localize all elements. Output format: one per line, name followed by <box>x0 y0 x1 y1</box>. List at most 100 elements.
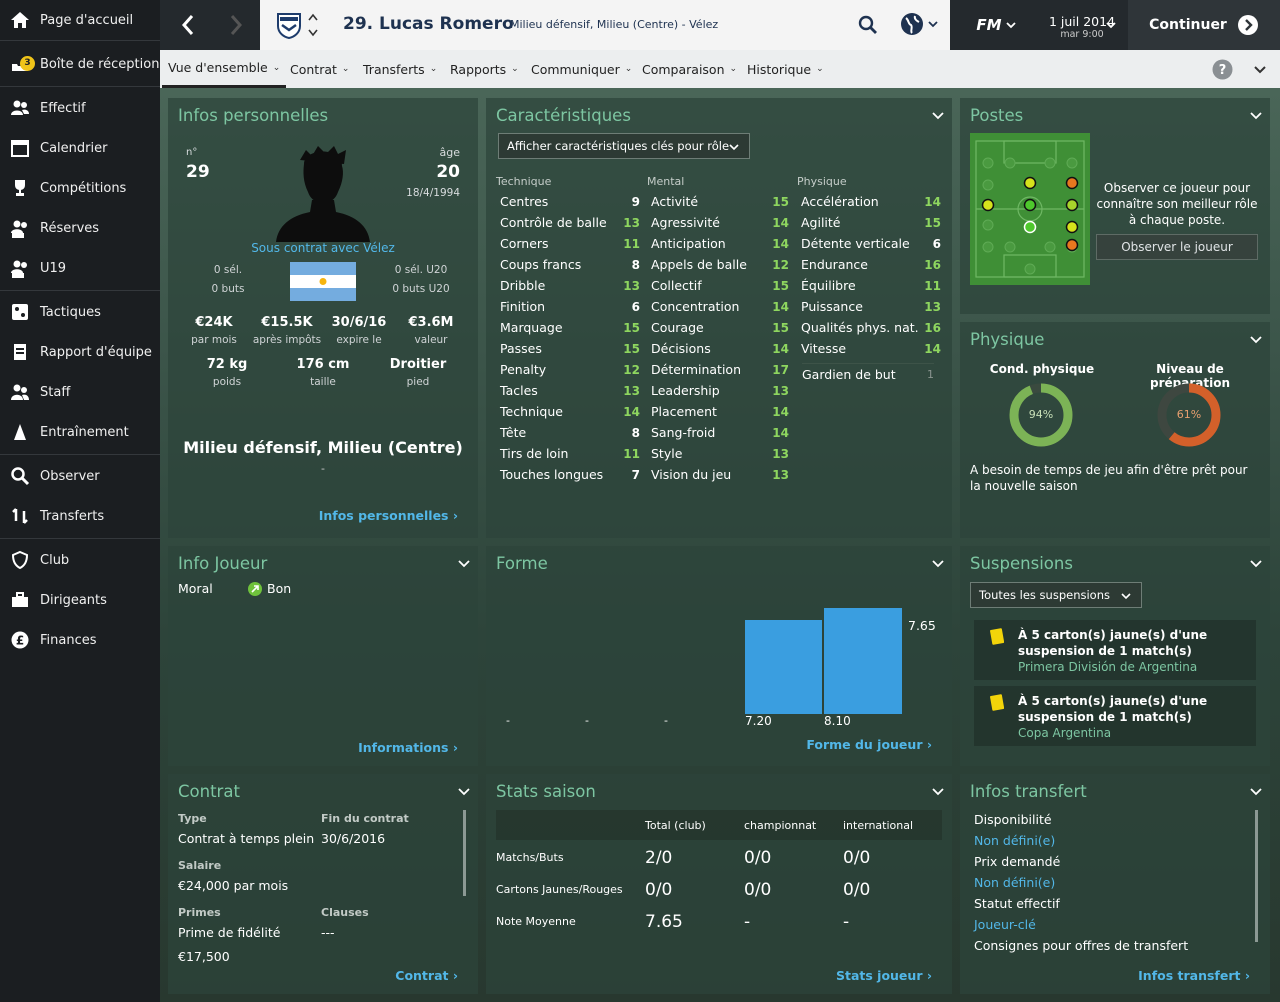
sidebar-item-tactics[interactable]: Tactiques <box>0 294 160 330</box>
tab-communicate[interactable]: Communiquer ⌄ <box>531 50 632 88</box>
sidebar-item-competitions[interactable]: Compétitions <box>0 170 160 206</box>
attribute-row[interactable]: Penalty 12 <box>500 359 640 380</box>
chevron-down-icon[interactable] <box>932 788 944 796</box>
attribute-row[interactable]: Tête 8 <box>500 422 640 443</box>
attribute-row[interactable]: Décisions 14 <box>651 338 789 359</box>
attribute-row[interactable]: Vision du jeu 13 <box>651 464 789 485</box>
attribute-row[interactable]: Agressivité 14 <box>651 212 789 233</box>
availability-value[interactable]: Non défini(e) <box>974 833 1055 848</box>
chevron-down-icon[interactable] <box>932 112 944 120</box>
attribute-row[interactable]: Détermination 17 <box>651 359 789 380</box>
back-button[interactable] <box>164 0 212 50</box>
forward-button[interactable] <box>212 0 260 50</box>
sidebar-item-u19[interactable]: U19 <box>0 250 160 286</box>
scrollbar[interactable] <box>463 810 466 896</box>
sidebar-item-scouting[interactable]: Observer <box>0 458 160 494</box>
attribute-row[interactable]: Dribble 13 <box>500 275 640 296</box>
attribute-name: Décisions <box>651 341 711 356</box>
attribute-row[interactable]: Collectif 15 <box>651 275 789 296</box>
chevron-down-icon[interactable] <box>458 788 470 796</box>
attribute-row[interactable]: Corners 11 <box>500 233 640 254</box>
attribute-row[interactable]: Leadership 13 <box>651 380 789 401</box>
contract-link[interactable]: Contrat › <box>395 968 458 983</box>
attribute-row[interactable]: Passes 15 <box>500 338 640 359</box>
search-icon[interactable] <box>858 15 878 35</box>
sidebar-item-home[interactable]: Page d'accueil <box>0 2 160 38</box>
continue-button[interactable]: Continuer <box>1128 0 1280 50</box>
help-icon[interactable]: ? <box>1212 59 1233 80</box>
player-form-link[interactable]: Forme du joueur › <box>806 737 932 752</box>
chevron-down-icon[interactable] <box>458 560 470 568</box>
chevron-down-icon[interactable] <box>1250 336 1262 344</box>
attribute-row[interactable]: Centres 9 <box>500 191 640 212</box>
tab-reports[interactable]: Rapports ⌄ <box>450 50 519 88</box>
form-bar[interactable] <box>745 619 822 714</box>
attribute-row[interactable]: Style 13 <box>651 443 789 464</box>
club-crest-icon[interactable] <box>274 10 304 40</box>
player-switch-icon[interactable] <box>308 13 318 37</box>
attribute-row[interactable]: Anticipation 14 <box>651 233 789 254</box>
scrollbar[interactable] <box>1255 810 1258 942</box>
sidebar-item-squad[interactable]: Effectif <box>0 90 160 126</box>
sidebar-item-club[interactable]: Club <box>0 542 160 578</box>
tab-transfers[interactable]: Transferts ⌄ <box>363 50 437 88</box>
scout-player-button[interactable]: Observer le joueur <box>1096 234 1258 260</box>
chevron-down-icon[interactable] <box>1106 21 1116 29</box>
sidebar-item-reserves[interactable]: Réserves <box>0 210 160 246</box>
suspension-item[interactable]: À 5 carton(s) jaune(s) d'une suspension … <box>974 620 1256 680</box>
asking-price-value[interactable]: Non défini(e) <box>974 875 1055 890</box>
tab-history[interactable]: Historique ⌄ <box>747 50 824 88</box>
sidebar-item-inbox[interactable]: 3 Boîte de réception <box>0 46 160 82</box>
attribute-row[interactable]: Contrôle de balle 13 <box>500 212 640 233</box>
attribute-row[interactable]: Qualités phys. nat. 16 <box>801 317 941 338</box>
sidebar-item-calendar[interactable]: Calendrier <box>0 130 160 166</box>
suspension-item[interactable]: À 5 carton(s) jaune(s) d'une suspension … <box>974 686 1256 746</box>
attribute-row[interactable]: Activité 15 <box>651 191 789 212</box>
attribute-row[interactable]: Technique 14 <box>500 401 640 422</box>
attribute-row[interactable]: Accélération 14 <box>801 191 941 212</box>
attribute-row[interactable]: Tirs de loin 11 <box>500 443 640 464</box>
tab-comparison[interactable]: Comparaison ⌄ <box>642 50 737 88</box>
tab-contract[interactable]: Contrat ⌄ <box>290 50 349 88</box>
attribute-row[interactable]: Équilibre 11 <box>801 275 941 296</box>
suspensions-filter-dropdown[interactable]: Toutes les suspensions <box>970 582 1142 608</box>
attribute-row[interactable]: Touches longues 7 <box>500 464 640 485</box>
attribute-row[interactable]: Courage 15 <box>651 317 789 338</box>
attribute-row[interactable]: Marquage 15 <box>500 317 640 338</box>
sidebar-item-training[interactable]: Entraînement <box>0 414 160 450</box>
tab-overview[interactable]: Vue d'ensemble ⌄ <box>162 50 287 88</box>
chevron-down-icon[interactable] <box>932 560 944 568</box>
fm-menu[interactable]: FM <box>955 0 1037 50</box>
personal-info-link[interactable]: Infos personnelles › <box>319 508 458 523</box>
attribute-row[interactable]: Tacles 13 <box>500 380 640 401</box>
sidebar-item-team-report[interactable]: Rapport d'équipe <box>0 334 160 370</box>
chevron-down-icon[interactable] <box>1250 788 1262 796</box>
sidebar-item-finances[interactable]: £ Finances <box>0 622 160 658</box>
sidebar-item-board[interactable]: Dirigeants <box>0 582 160 618</box>
contract-status-link[interactable]: Sous contrat avec Vélez <box>168 241 478 255</box>
chevron-down-icon[interactable] <box>1254 65 1266 74</box>
chevron-down-icon[interactable] <box>1250 560 1262 568</box>
attribute-row[interactable]: Agilité 15 <box>801 212 941 233</box>
attribute-row[interactable]: Puissance 13 <box>801 296 941 317</box>
sidebar-item-transfers[interactable]: Transferts <box>0 498 160 534</box>
attribute-row[interactable]: Concentration 14 <box>651 296 789 317</box>
form-bar[interactable] <box>824 608 902 714</box>
attribute-row[interactable]: Finition 6 <box>500 296 640 317</box>
attribute-row[interactable]: Placement 14 <box>651 401 789 422</box>
attribute-row[interactable]: Détente verticale 6 <box>801 233 941 254</box>
chevron-down-icon[interactable] <box>1250 112 1262 120</box>
player-info-link[interactable]: Informations › <box>358 740 458 755</box>
attribute-row[interactable]: Sang-froid 14 <box>651 422 789 443</box>
link-label: Forme du joueur <box>806 737 923 752</box>
attribute-row[interactable]: Coups francs 8 <box>500 254 640 275</box>
sidebar-item-staff[interactable]: Staff <box>0 374 160 410</box>
attribute-role-dropdown[interactable]: Afficher caractéristiques clés pour rôle <box>498 133 750 159</box>
transfer-info-link[interactable]: Infos transfert › <box>1138 968 1250 983</box>
world-menu[interactable] <box>900 12 938 36</box>
attribute-row[interactable]: Endurance 16 <box>801 254 941 275</box>
attribute-row[interactable]: Appels de balle 12 <box>651 254 789 275</box>
player-stats-link[interactable]: Stats joueur › <box>836 968 932 983</box>
attribute-row[interactable]: Vitesse 14 <box>801 338 941 359</box>
squad-status-value[interactable]: Joueur-clé <box>974 917 1036 932</box>
